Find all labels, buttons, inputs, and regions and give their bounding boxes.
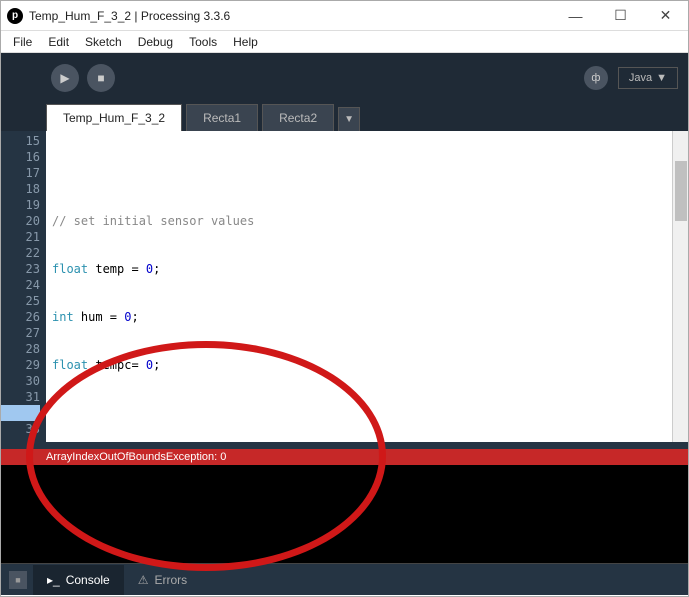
menu-help[interactable]: Help: [225, 33, 266, 51]
title-bar: p Temp_Hum_F_3_2 | Processing 3.3.6 — ☐ …: [1, 1, 688, 31]
line-number: 19: [1, 197, 40, 213]
tab-recta1[interactable]: Recta1: [186, 104, 258, 131]
editor-scrollbar[interactable]: [672, 131, 688, 442]
line-number: 30: [1, 373, 40, 389]
language-label: Java: [629, 72, 652, 84]
chevron-down-icon: ▼: [656, 72, 667, 84]
line-number: 22: [1, 245, 40, 261]
stop-button[interactable]: ■: [87, 64, 115, 92]
maximize-button[interactable]: ☐: [598, 1, 643, 31]
tab-row: Temp_Hum_F_3_2 Recta1 Recta2 ▼: [1, 103, 688, 131]
console-icon: ▸_: [47, 573, 60, 587]
stop-icon: ■: [97, 71, 104, 85]
menu-sketch[interactable]: Sketch: [77, 33, 130, 51]
error-message: ArrayIndexOutOfBoundsException: 0: [46, 451, 226, 463]
line-number: 25: [1, 293, 40, 309]
tab-console[interactable]: ▸_ Console: [33, 565, 124, 595]
line-number: 20: [1, 213, 40, 229]
line-gutter: 15 16 17 18 19 20 21 22 23 24 25 26 27 2…: [1, 131, 46, 442]
app-icon: p: [7, 8, 23, 24]
line-number: 26: [1, 309, 40, 325]
panel-separator[interactable]: [1, 442, 688, 449]
warning-icon: ⚠: [138, 573, 149, 587]
line-number: 27: [1, 325, 40, 341]
line-number: 18: [1, 181, 40, 197]
console-stop-button[interactable]: ■: [9, 571, 27, 589]
tab-recta2[interactable]: Recta2: [262, 104, 334, 131]
menu-tools[interactable]: Tools: [181, 33, 225, 51]
errors-label: Errors: [155, 573, 188, 587]
editor: 15 16 17 18 19 20 21 22 23 24 25 26 27 2…: [1, 131, 688, 442]
scrollbar-thumb[interactable]: [675, 161, 687, 221]
line-number: 16: [1, 149, 40, 165]
console-output[interactable]: [1, 465, 688, 563]
error-banner: ArrayIndexOutOfBoundsException: 0: [1, 449, 688, 465]
run-button[interactable]: ▶: [51, 64, 79, 92]
line-number: 28: [1, 341, 40, 357]
line-number: 33: [1, 421, 40, 437]
line-number: 15: [1, 133, 40, 149]
menu-debug[interactable]: Debug: [130, 33, 181, 51]
stop-icon: ■: [15, 575, 20, 585]
close-button[interactable]: ✕: [643, 1, 688, 31]
tab-menu-button[interactable]: ▼: [338, 107, 360, 131]
window-title: Temp_Hum_F_3_2 | Processing 3.3.6: [29, 9, 230, 23]
bottom-bar: ■ ▸_ Console ⚠ Errors: [1, 563, 688, 595]
window-controls: — ☐ ✕: [553, 1, 688, 31]
code-area[interactable]: // set initial sensor values float temp …: [46, 131, 672, 442]
console-label: Console: [66, 573, 110, 587]
line-number: 24: [1, 277, 40, 293]
tab-errors[interactable]: ⚠ Errors: [124, 565, 201, 595]
line-number: 17: [1, 165, 40, 181]
minimize-button[interactable]: —: [553, 1, 598, 31]
line-number: 23: [1, 261, 40, 277]
menu-bar: File Edit Sketch Debug Tools Help: [1, 31, 688, 53]
butterfly-icon: ф: [591, 72, 600, 84]
language-select[interactable]: Java ▼: [618, 67, 678, 89]
menu-edit[interactable]: Edit: [40, 33, 77, 51]
line-number: 29: [1, 357, 40, 373]
line-number: [1, 405, 40, 421]
tab-main[interactable]: Temp_Hum_F_3_2: [46, 104, 182, 131]
play-icon: ▶: [60, 71, 69, 85]
debug-mode-button[interactable]: ф: [584, 66, 608, 90]
line-number: 31: [1, 389, 40, 405]
line-number: 21: [1, 229, 40, 245]
menu-file[interactable]: File: [5, 33, 40, 51]
toolbar: ▶ ■ ф Java ▼: [1, 53, 688, 103]
